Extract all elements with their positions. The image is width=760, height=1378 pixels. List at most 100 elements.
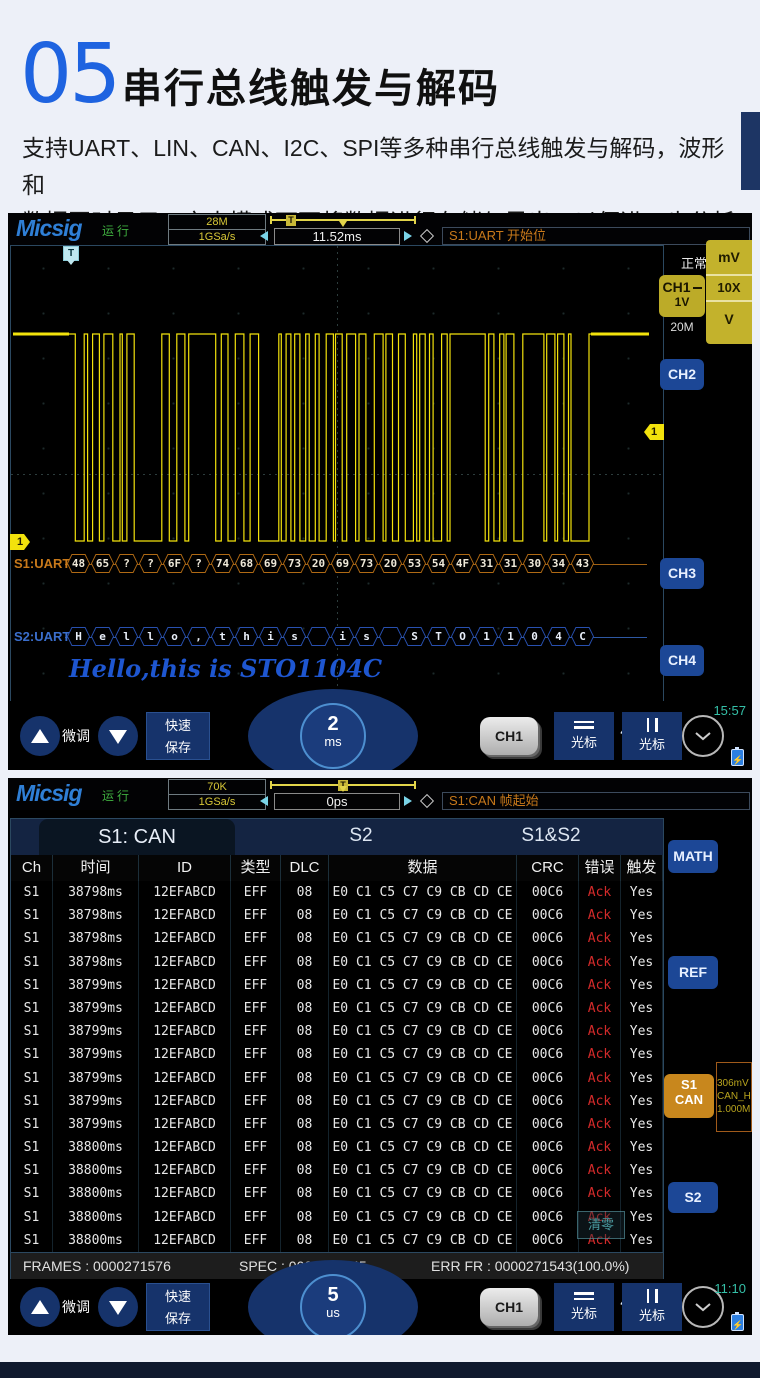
decode-byte: 74	[211, 554, 234, 573]
cell-id: 12EFABCD	[139, 1090, 231, 1113]
trigger-setting[interactable]: S1:UART 开始位	[442, 227, 750, 245]
cell-trig: Yes	[621, 974, 663, 997]
horizontal-position[interactable]: 11.52ms	[274, 228, 400, 245]
cell-trig: Yes	[621, 881, 663, 904]
frames-count: FRAMES : 0000271576	[23, 1253, 171, 1279]
unit-v[interactable]: V	[706, 302, 752, 336]
col-data: 数据	[329, 855, 517, 881]
table-row: S138800ms12EFABCDEFF08E0 C1 C5 C7 C9 CB …	[11, 1159, 663, 1182]
unit-mv[interactable]: mV	[706, 240, 752, 274]
waveform-grid: T 1 1 S1:UART 4865??6F?74686973206973205…	[10, 245, 664, 703]
hpos-right-arrow-icon[interactable]	[404, 796, 412, 806]
collapse-menu-button[interactable]	[682, 715, 724, 757]
fine-tune-up-button[interactable]	[20, 1287, 60, 1327]
error-frames-count: ERR FR : 0000271543(100.0%)	[431, 1253, 629, 1279]
cell-ch: S1	[11, 1136, 53, 1159]
quick-save-line1: 快速	[147, 715, 209, 737]
col-ch: Ch	[11, 855, 53, 881]
channel3-button[interactable]: CH3	[660, 558, 704, 589]
cursor-v-label: 光标	[639, 737, 665, 752]
cell-crc: 00C6	[517, 1182, 579, 1205]
s2-decode-bytes: Hello,thisisSTO1104C	[67, 627, 594, 646]
channel-select-button[interactable]: CH1	[480, 717, 538, 755]
cell-trig: Yes	[621, 927, 663, 950]
probe-attenuation[interactable]: 10X	[706, 274, 752, 302]
timebase-ruler[interactable]: T	[270, 780, 416, 792]
cell-type: EFF	[231, 1182, 281, 1205]
timebase-control[interactable]: 2 ms	[248, 689, 418, 771]
hpos-left-arrow-icon[interactable]	[260, 231, 268, 241]
cell-data: E0 C1 C5 C7 C9 CB CD CE	[329, 927, 517, 950]
fine-tune-up-button[interactable]	[20, 716, 60, 756]
vertical-cursor-button[interactable]: 光标	[622, 1283, 682, 1331]
decode-byte: s	[355, 627, 378, 646]
vertical-cursor-button[interactable]: 光标	[622, 712, 682, 760]
quick-save-line1: 快速	[147, 1286, 209, 1308]
sample-rate: 1GSa/s	[169, 229, 265, 244]
decode-byte: o	[163, 627, 186, 646]
fine-tune-down-button[interactable]	[98, 716, 138, 756]
s2-button[interactable]: S2	[668, 1182, 718, 1213]
cell-err: Ack	[579, 1136, 621, 1159]
cell-err: Ack	[579, 974, 621, 997]
decode-byte: i	[331, 627, 354, 646]
memory-sample-box[interactable]: 28M 1GSa/s	[168, 214, 266, 245]
timebase-ruler[interactable]: T	[270, 215, 416, 227]
decode-byte	[307, 627, 330, 646]
cell-ch: S1	[11, 1229, 53, 1252]
quick-save-button[interactable]: 快速 保存	[146, 712, 210, 760]
scope-screenshot-can: Micsig 运行 70K 1GSa/s T 0ps S1:CAN 帧起始 S1…	[8, 778, 752, 1335]
table-row: S138799ms12EFABCDEFF08E0 C1 C5 C7 C9 CB …	[11, 974, 663, 997]
channel-select-button[interactable]: CH1	[480, 1288, 538, 1326]
up-arrow-icon	[31, 1300, 49, 1314]
decode-byte: t	[211, 627, 234, 646]
vertical-unit-selector[interactable]: mV 10X V	[706, 240, 752, 344]
tab-s1-and-s2[interactable]: S1&S2	[481, 819, 621, 855]
trigger-diamond-icon	[420, 794, 434, 808]
decode-byte: 68	[235, 554, 258, 573]
hpos-right-arrow-icon[interactable]	[404, 231, 412, 241]
cell-crc: 00C6	[517, 1090, 579, 1113]
tab-s2[interactable]: S2	[301, 819, 421, 855]
clear-zero-button[interactable]: 清零	[577, 1211, 625, 1239]
decode-byte: 20	[379, 554, 402, 573]
cell-time: 38798ms	[53, 927, 139, 950]
hpos-left-arrow-icon[interactable]	[260, 796, 268, 806]
quick-save-button[interactable]: 快速 保存	[146, 1283, 210, 1331]
cell-time: 38799ms	[53, 1043, 139, 1066]
cell-dlc: 08	[281, 1182, 329, 1205]
timebase-value: 2	[302, 705, 364, 735]
horizontal-position[interactable]: 0ps	[274, 793, 400, 810]
table-row: S138799ms12EFABCDEFF08E0 C1 C5 C7 C9 CB …	[11, 1090, 663, 1113]
can-table-header: Ch 时间 ID 类型 DLC 数据 CRC 错误 触发	[11, 855, 663, 881]
ruler-trigger-marker[interactable]: T	[286, 215, 296, 226]
s1-button-line1: S1	[664, 1077, 714, 1092]
decode-byte: C	[571, 627, 594, 646]
cell-ch: S1	[11, 1067, 53, 1090]
decode-byte: ?	[187, 554, 210, 573]
vertical-cursor-icon	[622, 1289, 682, 1303]
col-error: 错误	[579, 855, 621, 881]
channel2-button[interactable]: CH2	[660, 359, 704, 390]
memory-sample-box[interactable]: 70K 1GSa/s	[168, 779, 266, 810]
timebase-knob[interactable]: 2 ms	[300, 703, 366, 769]
math-button[interactable]: MATH	[668, 840, 718, 873]
col-dlc: DLC	[281, 855, 329, 881]
ruler-center-marker-icon	[339, 221, 347, 227]
cursor-v-label: 光标	[639, 1308, 665, 1323]
fine-tune-down-button[interactable]	[98, 1287, 138, 1327]
channel4-button[interactable]: CH4	[660, 645, 704, 676]
decode-byte: O	[451, 627, 474, 646]
ref-button[interactable]: REF	[668, 956, 718, 989]
battery-icon	[731, 1314, 744, 1331]
horizontal-cursor-button[interactable]: 光标	[554, 712, 614, 760]
trigger-setting[interactable]: S1:CAN 帧起始	[442, 792, 750, 810]
horizontal-cursor-button[interactable]: 光标	[554, 1283, 614, 1331]
tab-s1-can[interactable]: S1: CAN	[39, 819, 235, 855]
cell-dlc: 08	[281, 1229, 329, 1252]
s1-can-button[interactable]: S1 CAN	[664, 1074, 714, 1118]
col-id: ID	[139, 855, 231, 881]
timebase-knob[interactable]: 5 us	[300, 1274, 366, 1335]
channel1-button[interactable]: CH1 1V	[659, 275, 705, 317]
cell-trig: Yes	[621, 951, 663, 974]
